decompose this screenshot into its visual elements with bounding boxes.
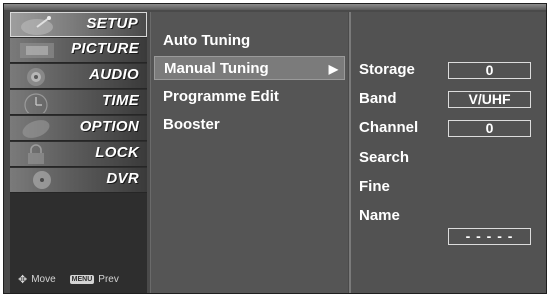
category-time[interactable]: TIME	[10, 90, 147, 115]
option-icon	[22, 120, 50, 138]
help-bar: ✥ Move MENU Prev	[18, 272, 119, 286]
band-value-field[interactable]: V/UHF	[448, 91, 531, 108]
category-setup[interactable]: SETUP	[10, 12, 147, 37]
fine-label[interactable]: Fine	[359, 178, 390, 195]
submenu-item-auto-tuning[interactable]: Auto Tuning	[154, 29, 345, 53]
category-menu: SETUP PICTURE AUDIO TIME OPTION LOCK DVR…	[10, 12, 147, 293]
category-audio[interactable]: AUDIO	[10, 64, 147, 89]
search-label[interactable]: Search	[359, 149, 409, 166]
submenu-item-label: Auto Tuning	[163, 32, 251, 49]
disc-icon	[33, 171, 51, 189]
category-dvr[interactable]: DVR	[10, 168, 147, 193]
storage-value-field[interactable]: 0	[448, 62, 531, 79]
tv-osd-menu: SETUP PICTURE AUDIO TIME OPTION LOCK DVR…	[3, 3, 547, 294]
help-prev-label: Prev	[98, 273, 119, 285]
category-label: OPTION	[79, 118, 139, 135]
submenu-item-label: Programme Edit	[163, 88, 279, 105]
help-move-label: Move	[31, 273, 56, 285]
picture-icon	[20, 43, 54, 58]
category-label: DVR	[106, 170, 139, 187]
setup-submenu: Auto Tuning Manual Tuning ▶ Programme Ed…	[150, 12, 348, 293]
speaker-icon	[27, 68, 45, 86]
move-arrows-icon: ✥	[18, 273, 28, 286]
category-option[interactable]: OPTION	[10, 116, 147, 141]
submenu-item-label: Booster	[163, 116, 220, 133]
submenu-item-manual-tuning[interactable]: Manual Tuning ▶	[154, 56, 345, 80]
category-label: SETUP	[86, 15, 138, 32]
category-label: LOCK	[95, 144, 139, 161]
category-picture[interactable]: PICTURE	[10, 38, 147, 63]
lock-icon	[28, 144, 44, 164]
submenu-item-label: Manual Tuning	[164, 60, 269, 77]
category-label: PICTURE	[71, 40, 139, 57]
channel-value-field[interactable]: 0	[448, 120, 531, 137]
category-lock[interactable]: LOCK	[10, 142, 147, 167]
channel-label: Channel	[359, 119, 419, 136]
submenu-item-programme-edit[interactable]: Programme Edit	[154, 85, 345, 109]
category-label: TIME	[101, 92, 139, 109]
clock-icon	[24, 93, 48, 113]
category-label: AUDIO	[89, 66, 139, 83]
submenu-arrow-icon: ▶	[328, 62, 338, 76]
name-label: Name	[359, 207, 400, 224]
manual-tuning-panel: Storage 0 Band V/UHF Channel 0 Search Fi…	[349, 12, 546, 293]
name-value-field[interactable]: - - - - -	[448, 228, 531, 245]
top-border	[4, 4, 546, 10]
menu-key-icon: MENU	[69, 274, 95, 284]
submenu-item-booster[interactable]: Booster	[154, 113, 345, 137]
satellite-dish-icon	[21, 16, 53, 35]
storage-label: Storage	[359, 61, 415, 78]
band-label: Band	[359, 90, 397, 107]
